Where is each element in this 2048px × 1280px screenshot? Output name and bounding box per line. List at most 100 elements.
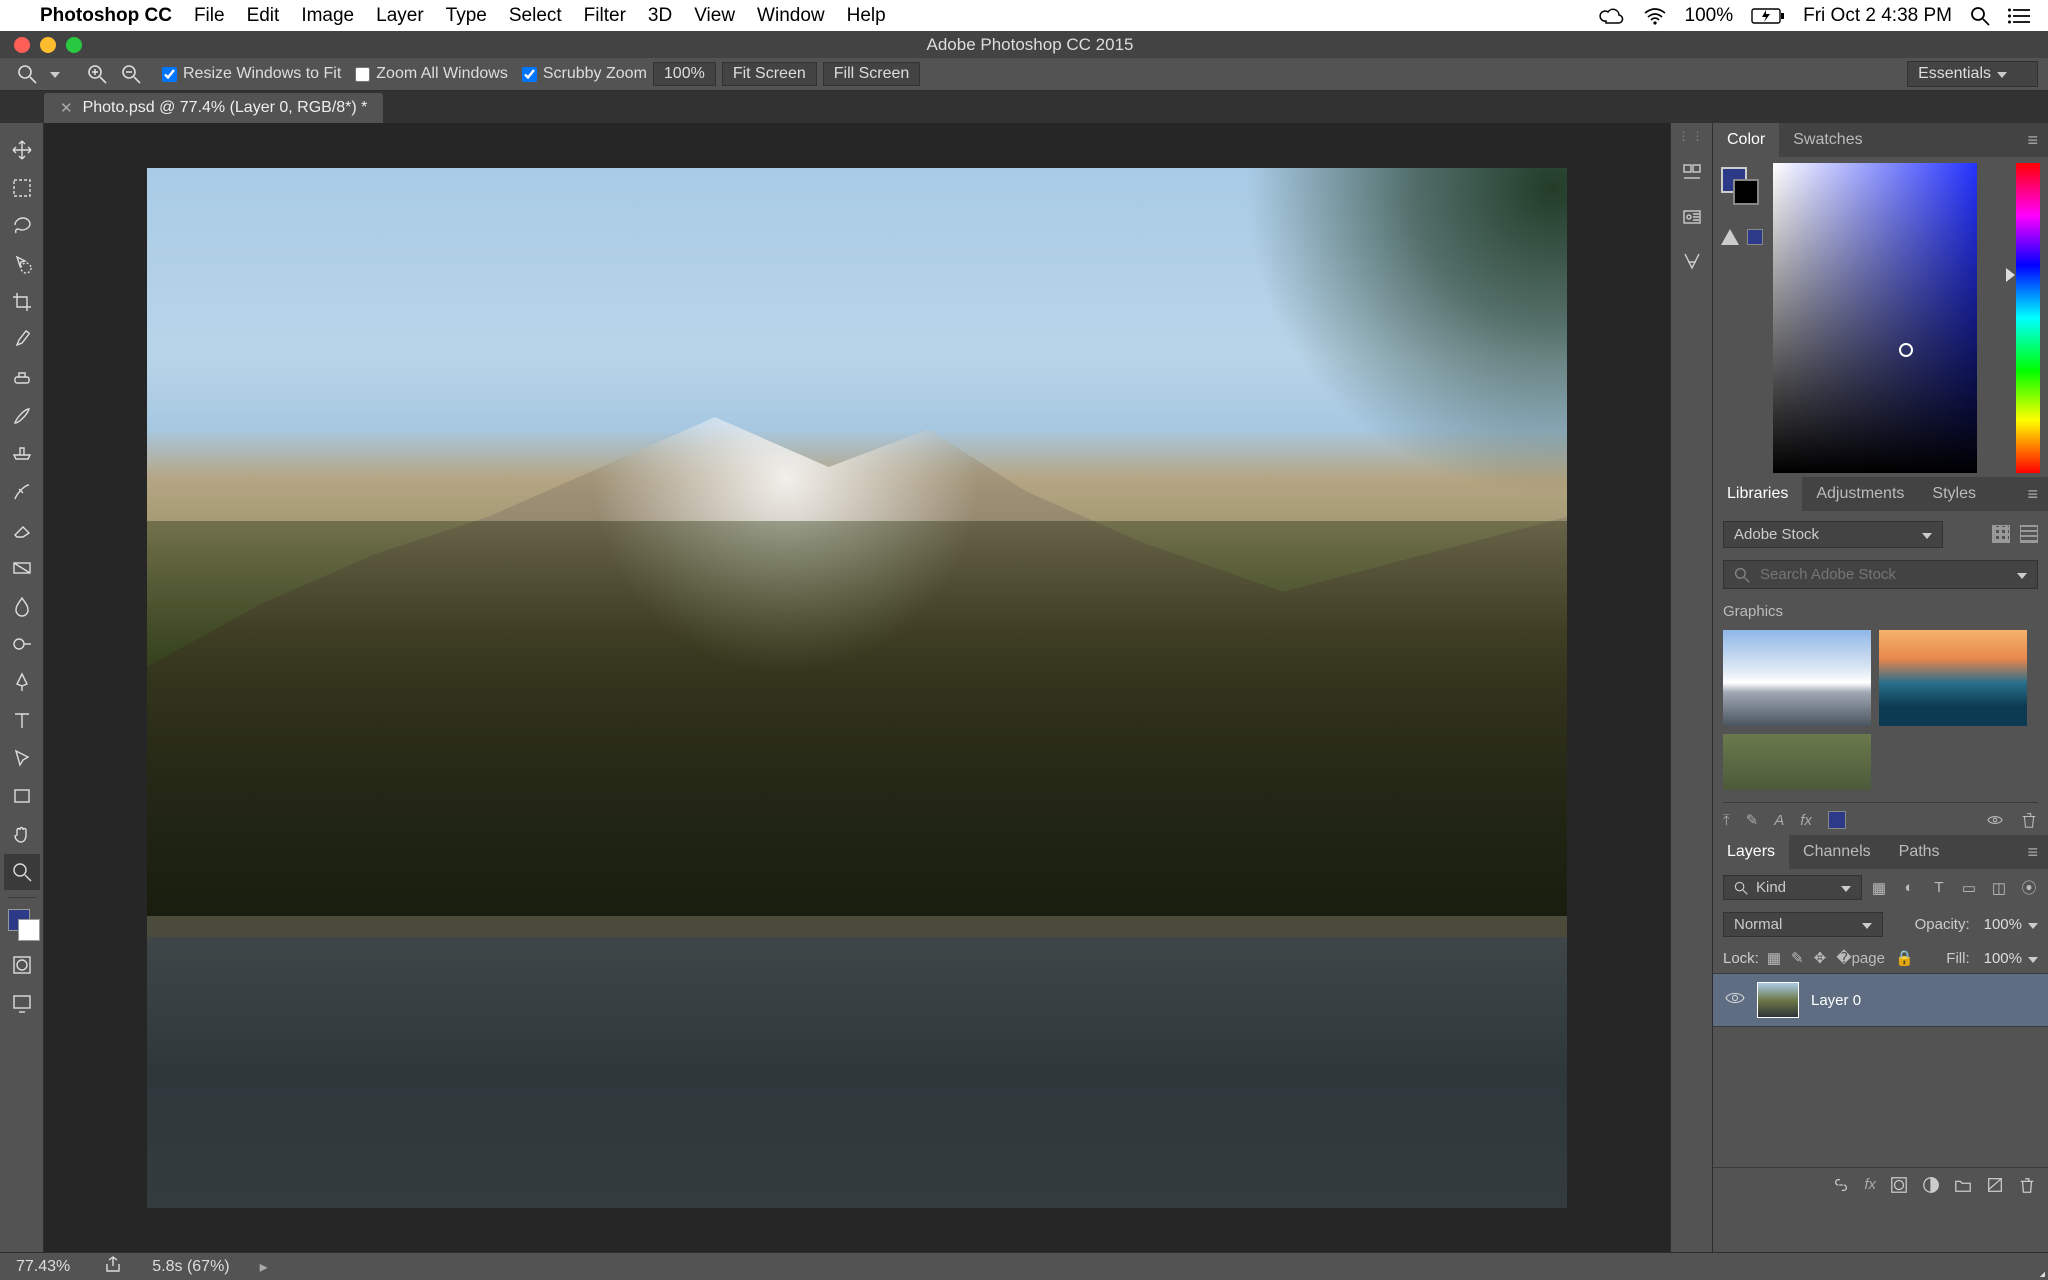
spotlight-icon[interactable] xyxy=(1970,6,1990,26)
tab-swatches[interactable]: Swatches xyxy=(1779,123,1876,157)
zoom-100-button[interactable]: 100% xyxy=(653,62,716,86)
lock-image-icon[interactable]: ✎ xyxy=(1791,949,1804,967)
gradient-tool[interactable] xyxy=(4,550,40,586)
fill-value[interactable]: 100% xyxy=(1984,950,2038,967)
layer-name-label[interactable]: Layer 0 xyxy=(1811,992,1861,1009)
tab-styles[interactable]: Styles xyxy=(1918,477,1990,511)
lock-all-icon[interactable]: 🔒 xyxy=(1895,949,1914,967)
app-menu[interactable]: Photoshop CC xyxy=(40,5,172,27)
layer-visibility-icon[interactable] xyxy=(1725,991,1745,1009)
filter-type-icon[interactable]: T xyxy=(1930,879,1948,897)
zoom-all-windows-checkbox[interactable] xyxy=(355,67,370,82)
menubar-list-icon[interactable] xyxy=(2008,7,2030,25)
rectangle-tool[interactable] xyxy=(4,778,40,814)
add-layer-style-icon[interactable]: fx xyxy=(1800,812,1812,829)
lock-position-icon[interactable]: ✥ xyxy=(1814,949,1827,967)
properties-panel-icon[interactable] xyxy=(1678,203,1706,231)
tool-preset-chevron-icon[interactable] xyxy=(44,65,60,83)
library-thumbnail[interactable] xyxy=(1723,734,1871,790)
tab-layers[interactable]: Layers xyxy=(1713,835,1789,869)
tab-channels[interactable]: Channels xyxy=(1789,835,1885,869)
link-layers-icon[interactable] xyxy=(1832,1176,1850,1194)
menu-layer[interactable]: Layer xyxy=(376,5,424,27)
library-thumbnail[interactable] xyxy=(1723,630,1871,726)
blur-tool[interactable] xyxy=(4,588,40,624)
add-color-icon[interactable] xyxy=(1828,811,1846,829)
filter-pixel-icon[interactable]: ▦ xyxy=(1870,879,1888,897)
zoom-out-icon[interactable] xyxy=(120,63,142,85)
window-zoom-button[interactable] xyxy=(66,37,82,53)
scrubby-zoom-checkbox[interactable] xyxy=(522,67,537,82)
layer-style-icon[interactable]: fx xyxy=(1864,1176,1876,1194)
quick-selection-tool[interactable] xyxy=(4,246,40,282)
gamut-warning-icon[interactable] xyxy=(1721,229,1739,245)
tab-paths[interactable]: Paths xyxy=(1885,835,1954,869)
zoom-in-icon[interactable] xyxy=(86,63,108,85)
tab-libraries[interactable]: Libraries xyxy=(1713,477,1802,511)
fit-screen-button[interactable]: Fit Screen xyxy=(722,62,817,86)
add-character-style-icon[interactable]: A xyxy=(1774,812,1784,829)
wifi-icon[interactable] xyxy=(1643,7,1667,25)
panel-grip-icon[interactable]: ⋮⋮ xyxy=(1678,129,1706,143)
zoom-tool[interactable] xyxy=(4,854,40,890)
share-icon[interactable] xyxy=(104,1255,122,1278)
workspace-select[interactable]: Essentials xyxy=(1907,61,2038,87)
library-search-field[interactable] xyxy=(1723,560,2038,589)
menu-type[interactable]: Type xyxy=(446,5,487,27)
pen-tool[interactable] xyxy=(4,664,40,700)
search-options-chevron-icon[interactable] xyxy=(2011,566,2027,583)
lasso-tool[interactable] xyxy=(4,208,40,244)
library-search-input[interactable] xyxy=(1760,566,2001,583)
type-tool[interactable] xyxy=(4,702,40,738)
screen-mode-button[interactable] xyxy=(4,985,40,1021)
new-layer-icon[interactable] xyxy=(1986,1176,2004,1194)
crop-tool[interactable] xyxy=(4,284,40,320)
creative-cloud-icon[interactable] xyxy=(1599,7,1625,25)
library-list-view-button[interactable] xyxy=(2020,525,2038,543)
new-fill-adjustment-icon[interactable] xyxy=(1922,1176,1940,1194)
filter-shape-icon[interactable]: ▭ xyxy=(1960,879,1978,897)
tab-color[interactable]: Color xyxy=(1713,123,1779,157)
brush-tool[interactable] xyxy=(4,398,40,434)
menu-image[interactable]: Image xyxy=(301,5,354,27)
hue-slider[interactable] xyxy=(2016,163,2040,473)
filter-smart-icon[interactable]: ◫ xyxy=(1990,879,2008,897)
menu-edit[interactable]: Edit xyxy=(247,5,280,27)
gamut-closest-swatch[interactable] xyxy=(1747,229,1763,245)
window-close-button[interactable] xyxy=(14,37,30,53)
eraser-tool[interactable] xyxy=(4,512,40,548)
menu-window[interactable]: Window xyxy=(757,5,825,27)
history-panel-icon[interactable] xyxy=(1678,159,1706,187)
layers-panel-menu-icon[interactable]: ≡ xyxy=(2017,842,2048,863)
layer-item[interactable]: Layer 0 xyxy=(1713,973,2048,1027)
eyedropper-tool[interactable] xyxy=(4,322,40,358)
status-flyout-icon[interactable]: ▸ xyxy=(260,1257,268,1277)
character-panel-icon[interactable] xyxy=(1678,247,1706,275)
status-timing-value[interactable]: 5.8s (67%) xyxy=(152,1258,229,1276)
canvas-area[interactable] xyxy=(44,123,1670,1252)
clone-stamp-tool[interactable] xyxy=(4,436,40,472)
add-brush-icon[interactable]: ✎ xyxy=(1746,811,1759,829)
foreground-background-swatches[interactable] xyxy=(4,905,40,945)
dodge-tool[interactable] xyxy=(4,626,40,662)
library-source-select[interactable]: Adobe Stock xyxy=(1723,521,1943,548)
zoom-tool-icon[interactable] xyxy=(16,63,38,85)
path-selection-tool[interactable] xyxy=(4,740,40,776)
library-trash-icon[interactable] xyxy=(2020,811,2038,829)
window-minimize-button[interactable] xyxy=(40,37,56,53)
menu-filter[interactable]: Filter xyxy=(584,5,626,27)
color-panel-fgbg-swatches[interactable] xyxy=(1721,167,1761,207)
menu-help[interactable]: Help xyxy=(847,5,886,27)
library-visibility-icon[interactable] xyxy=(1986,811,2004,829)
menu-file[interactable]: File xyxy=(194,5,225,27)
rectangular-marquee-tool[interactable] xyxy=(4,170,40,206)
hand-tool[interactable] xyxy=(4,816,40,852)
resize-windows-checkbox[interactable] xyxy=(162,67,177,82)
lock-artboard-icon[interactable]: �page xyxy=(1836,949,1885,967)
layer-thumbnail[interactable] xyxy=(1757,982,1799,1018)
filter-adjustment-icon[interactable]: ◐ xyxy=(1900,879,1918,897)
document-canvas[interactable] xyxy=(147,168,1567,1208)
blend-mode-select[interactable]: Normal xyxy=(1723,912,1883,937)
menubar-clock[interactable]: Fri Oct 2 4:38 PM xyxy=(1803,5,1952,27)
add-graphic-icon[interactable]: ⤒ xyxy=(1723,812,1730,829)
